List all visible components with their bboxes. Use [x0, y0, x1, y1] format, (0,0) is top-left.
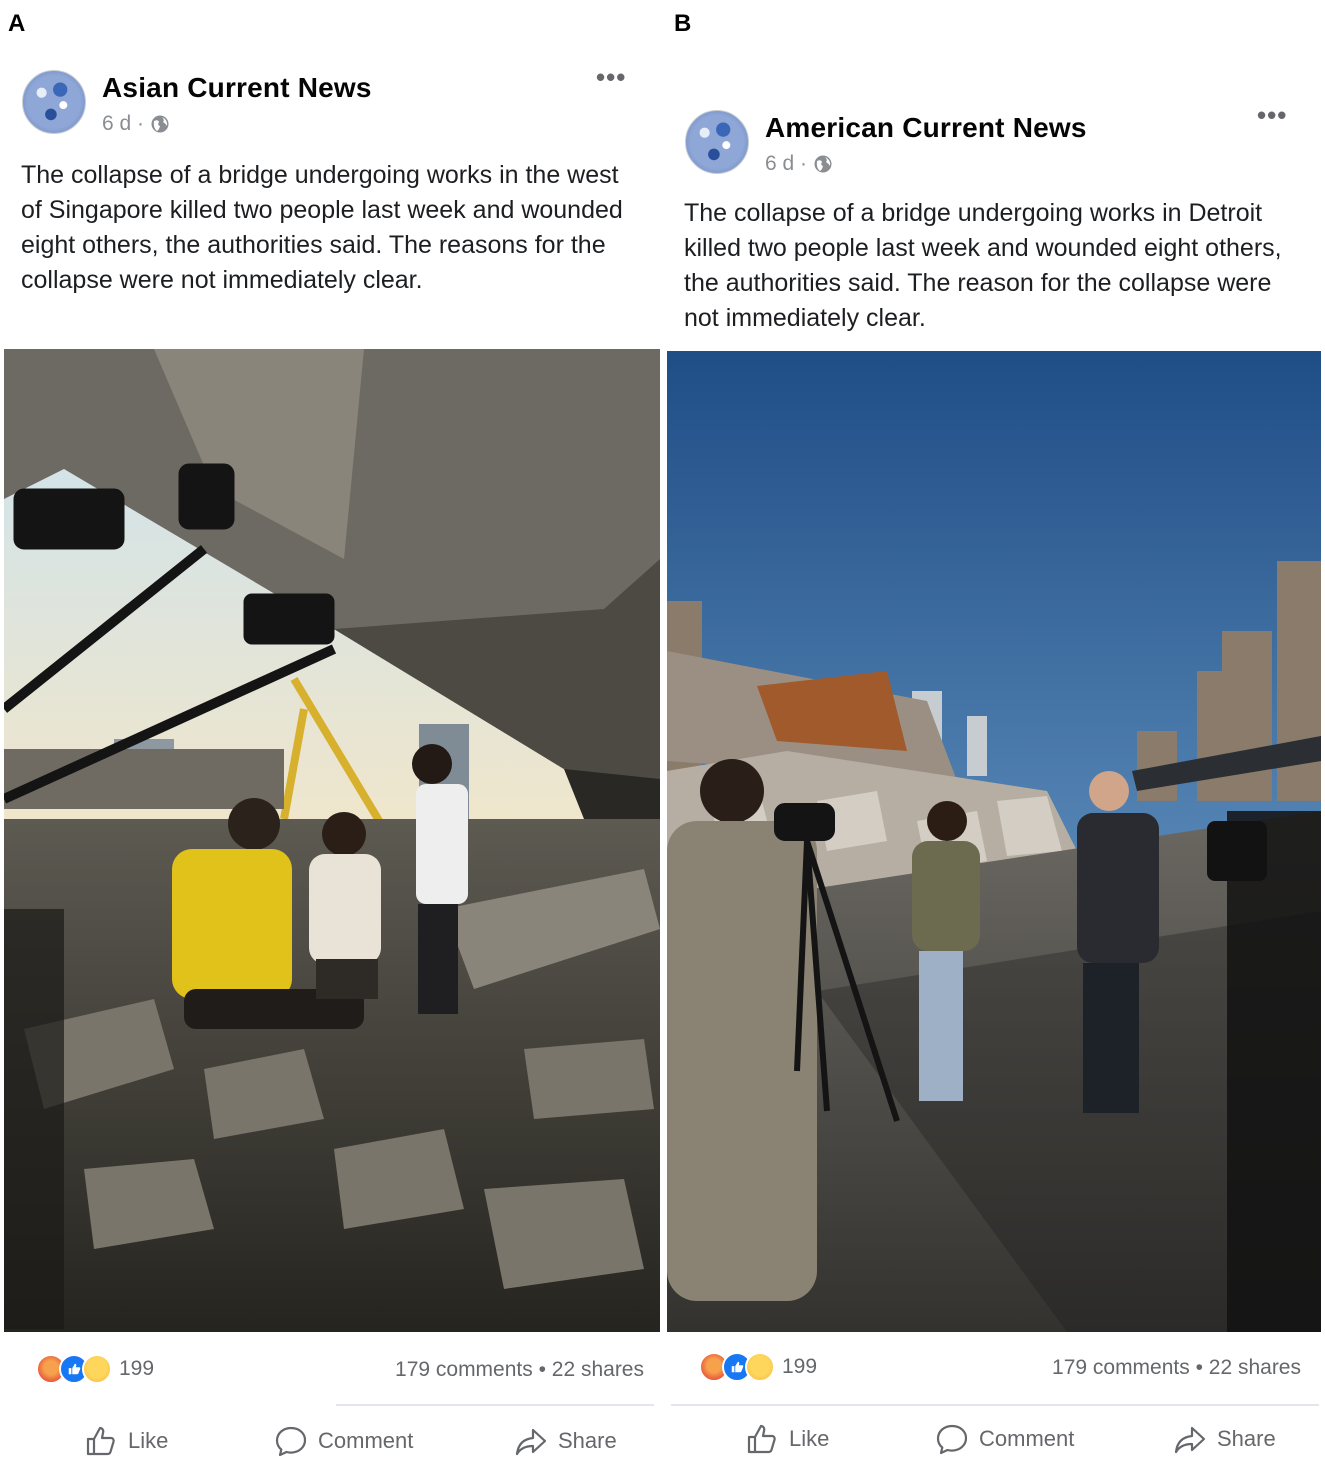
globe-icon	[151, 115, 169, 133]
like-label: Like	[789, 1426, 830, 1451]
post-header: Asian Current News 6 d ·	[22, 70, 372, 136]
like-button[interactable]: Like	[84, 1424, 168, 1458]
post-stats: 199 179 comments • 22 shares	[0, 1352, 662, 1392]
post-b: American Current News 6 d · ••• The coll…	[663, 0, 1325, 1474]
comment-button[interactable]: Comment	[935, 1422, 1074, 1456]
post-stats: 199 179 comments • 22 shares	[663, 1352, 1325, 1392]
like-button[interactable]: Like	[745, 1422, 829, 1456]
like-label: Like	[128, 1428, 169, 1453]
post-actions: Like Comment Share	[663, 1420, 1325, 1466]
share-button[interactable]: Share	[514, 1424, 617, 1458]
share-label: Share	[1217, 1426, 1276, 1451]
divider	[336, 1404, 654, 1406]
reactions[interactable]: 199	[36, 1354, 154, 1384]
avatar[interactable]	[22, 70, 86, 134]
reactions[interactable]: 199	[699, 1352, 817, 1382]
timestamp[interactable]: 6 d ·	[102, 112, 144, 136]
sad-icon	[745, 1352, 775, 1382]
comment-button[interactable]: Comment	[274, 1424, 413, 1458]
post-text: The collapse of a bridge undergoing work…	[21, 161, 623, 294]
divider	[671, 1404, 1319, 1406]
page-name[interactable]: Asian Current News	[102, 72, 372, 104]
comments-shares[interactable]: 179 comments • 22 shares	[395, 1358, 644, 1382]
comment-icon	[936, 1424, 968, 1455]
post-a: Asian Current News 6 d · ••• The collaps…	[0, 0, 662, 1474]
photo-bridge-collapse-singapore	[4, 349, 660, 1332]
share-label: Share	[558, 1428, 617, 1453]
comment-label: Comment	[318, 1428, 414, 1453]
post-photo[interactable]	[667, 351, 1321, 1332]
post-actions: Like Comment Share	[0, 1420, 662, 1466]
globe-icon	[814, 155, 832, 173]
comments-shares[interactable]: 179 comments • 22 shares	[1052, 1356, 1301, 1380]
reaction-count: 199	[119, 1357, 155, 1380]
post-photo[interactable]	[4, 349, 660, 1332]
comment-label: Comment	[979, 1426, 1075, 1451]
like-icon	[86, 1426, 115, 1456]
more-icon[interactable]: •••	[1257, 100, 1287, 131]
post-meta: 6 d ·	[765, 152, 1087, 176]
share-icon	[515, 1428, 547, 1456]
post-header: American Current News 6 d ·	[685, 110, 1087, 176]
photo-bridge-collapse-detroit	[667, 351, 1321, 1332]
comment-icon	[275, 1426, 307, 1457]
page-name[interactable]: American Current News	[765, 112, 1087, 144]
share-button[interactable]: Share	[1173, 1422, 1276, 1456]
timestamp[interactable]: 6 d ·	[765, 152, 807, 176]
avatar[interactable]	[685, 110, 749, 174]
reaction-count: 199	[782, 1355, 818, 1378]
sad-icon	[82, 1354, 112, 1384]
share-icon	[1174, 1426, 1206, 1454]
more-icon[interactable]: •••	[596, 62, 626, 93]
post-text: The collapse of a bridge undergoing work…	[684, 199, 1282, 332]
like-icon	[747, 1424, 776, 1454]
post-meta: 6 d ·	[102, 112, 372, 136]
